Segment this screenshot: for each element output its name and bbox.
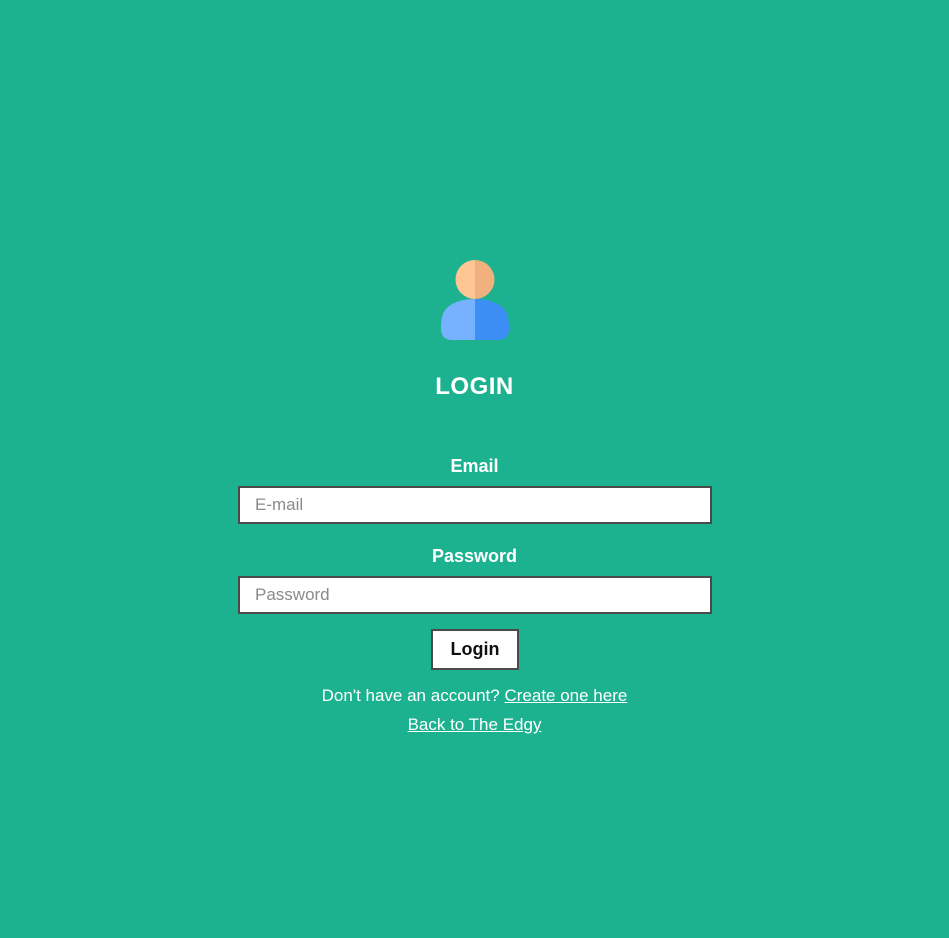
login-page: LOGIN Email Password Login Don't have an… (0, 0, 949, 938)
login-button[interactable]: Login (431, 629, 519, 670)
login-form: Email Password Login Don't have an accou… (0, 0, 949, 938)
password-label: Password (431, 546, 518, 566)
register-prompt: Don't have an account? (321, 686, 500, 705)
create-account-link[interactable]: Create one here (504, 686, 627, 705)
email-label: Email (450, 456, 499, 476)
email-field[interactable] (238, 486, 712, 524)
back-to-site-link[interactable]: Back to The Edgy (408, 715, 542, 734)
back-link-line: Back to The Edgy (0, 713, 949, 737)
password-field[interactable] (238, 576, 712, 614)
register-prompt-line: Don't have an account? Create one here (0, 684, 949, 708)
